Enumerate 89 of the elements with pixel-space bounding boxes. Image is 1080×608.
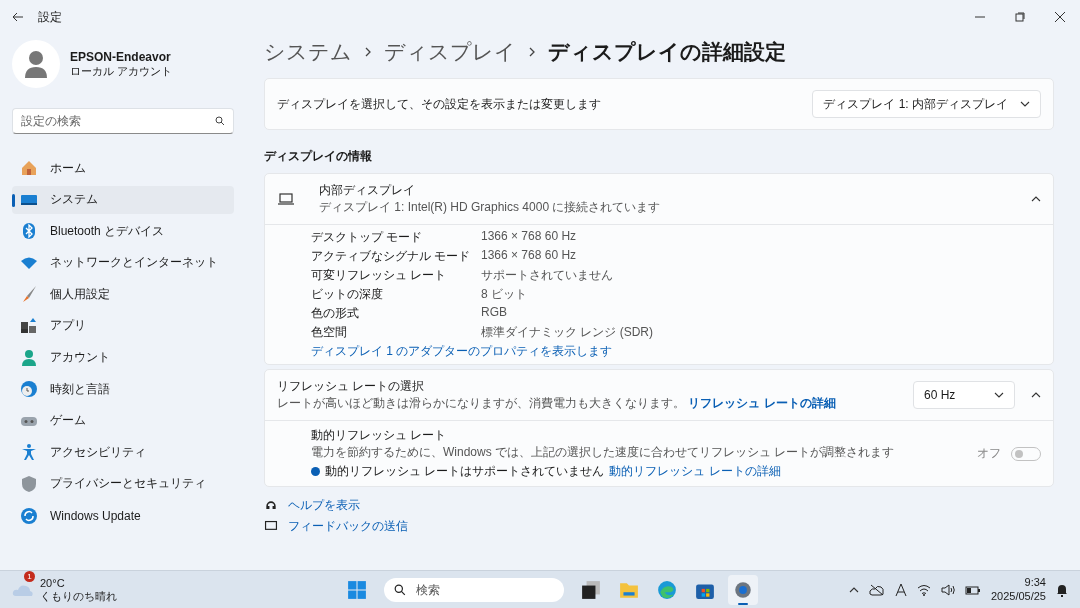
laptop-icon: [277, 192, 295, 206]
ime-icon[interactable]: [894, 583, 907, 597]
chevron-down-icon: [994, 390, 1004, 400]
windows-logo-icon: [347, 580, 367, 600]
back-arrow-icon[interactable]: [12, 11, 24, 23]
adapter-properties-link[interactable]: ディスプレイ 1 のアダプターのプロパティを表示します: [311, 343, 613, 360]
battery-icon[interactable]: [964, 585, 981, 595]
notification-badge: 1: [24, 570, 35, 582]
weather-condition: くもりのち晴れ: [40, 590, 117, 604]
sidebar-item[interactable]: ホーム: [12, 154, 234, 182]
sidebar-item[interactable]: アプリ: [12, 311, 234, 340]
help-link[interactable]: ヘルプを表示: [288, 497, 360, 514]
gear-icon: [733, 580, 753, 600]
clock-date[interactable]: 2025/05/25: [990, 590, 1046, 604]
avatar: [12, 40, 60, 88]
sidebar-item[interactable]: アクセシビリティ: [12, 438, 234, 467]
apps-icon: [20, 316, 38, 335]
sidebar-item[interactable]: 時刻と言語: [12, 375, 234, 404]
window-title: 設定: [38, 8, 62, 26]
breadcrumb-item[interactable]: ディスプレイ: [384, 38, 516, 66]
property-value: RGB: [481, 305, 508, 321]
note-text: 動的リフレッシュ レートはサポートされていません: [325, 463, 605, 480]
property-value: 標準ダイナミック レンジ (SDR): [481, 324, 654, 341]
search-icon: [394, 584, 406, 596]
help-link[interactable]: フィードバックの送信: [288, 518, 408, 535]
details-link[interactable]: リフレッシュ レートの詳細: [688, 396, 836, 410]
wifi-icon[interactable]: [916, 584, 931, 596]
account-type: ローカル アカウント: [70, 63, 173, 79]
breadcrumb-item: ディスプレイの詳細設定: [548, 39, 786, 65]
sidebar-item[interactable]: ネットワークとインターネット: [12, 248, 234, 277]
sidebar-item[interactable]: プライバシーとセキュリティ: [12, 469, 234, 498]
folder-icon: [619, 580, 639, 600]
house-icon: [20, 159, 38, 177]
search-icon: [215, 116, 225, 126]
account-name: EPSON-Endeavor: [70, 49, 172, 64]
property-label: デスクトップ モード: [311, 229, 424, 246]
card-subtitle: ディスプレイ 1: Intel(R) HD Graphics 4000 に接続されています: [319, 199, 662, 216]
speaker-icon[interactable]: [940, 584, 955, 596]
squares-icon: [581, 580, 601, 600]
sidebar-item[interactable]: ゲーム: [12, 406, 234, 435]
taskbar-search[interactable]: 検索: [384, 578, 564, 602]
bell-icon[interactable]: [1056, 583, 1068, 597]
shield-icon: [20, 474, 38, 493]
property-label: 色の形式: [311, 305, 360, 322]
sidebar-item[interactable]: アカウント: [12, 343, 234, 372]
property-value: 1366 × 768 60 Hz: [481, 248, 578, 264]
property-value: サポートされていません: [481, 267, 614, 284]
property-label: 色空間: [311, 324, 348, 341]
clock-icon: [20, 380, 38, 399]
sidebar-item[interactable]: Bluetooth とデバイス: [12, 217, 234, 246]
property-value: 8 ビット: [481, 286, 528, 303]
clock-time[interactable]: 9:34: [990, 576, 1046, 590]
cloud-icon: [12, 583, 34, 597]
chevron-up-icon: [1031, 390, 1041, 400]
toggle-label: オフ: [977, 445, 1001, 462]
close-icon[interactable]: [1055, 12, 1065, 22]
property-label: 可変リフレッシュ レート: [311, 267, 448, 284]
display-dropdown[interactable]: ディスプレイ 1: 内部ディスプレイ: [812, 90, 1041, 118]
cloud-off-icon[interactable]: [868, 584, 885, 596]
temperature: 20°C: [40, 576, 66, 590]
section-heading: ディスプレイの情報: [264, 148, 373, 165]
info-icon: [311, 467, 320, 476]
sidebar-item[interactable]: システム: [12, 185, 234, 214]
property-label: ビットの深度: [311, 286, 384, 303]
chevron-down-icon: [1020, 99, 1030, 109]
refresh-rate-dropdown[interactable]: 60 Hz: [913, 381, 1015, 409]
sync-icon: [20, 506, 38, 525]
chevron-up-icon: [1031, 194, 1041, 204]
chevron-right-icon: [364, 47, 372, 57]
setting-description: 電力を節約するために、Windows では、上記の選択した速度に合わせてリフレッシュ レートが調整されます: [311, 444, 896, 461]
accessibility-icon: [20, 443, 38, 462]
chevron-right-icon: [528, 47, 536, 57]
sidebar-item[interactable]: 個人用設定: [12, 280, 234, 309]
chevron-up-icon: [848, 585, 859, 595]
maximize-icon[interactable]: [1015, 12, 1025, 22]
bluetooth-icon: [20, 222, 38, 241]
setting-title: リフレッシュ レートの選択: [277, 378, 426, 395]
brush-icon: [20, 285, 38, 304]
breadcrumb-item[interactable]: システム: [264, 38, 352, 66]
property-value: 1366 × 768 60 Hz: [481, 229, 578, 245]
sidebar-item[interactable]: Windows Update: [12, 501, 234, 530]
search-field[interactable]: 設定の検索: [12, 108, 234, 134]
browser-icon: [657, 580, 677, 600]
setting-title: 動的リフレッシュ レート: [311, 427, 448, 444]
setting-label: ディスプレイを選択して、その設定を表示または変更します: [277, 95, 602, 113]
card-title: 内部ディスプレイ: [319, 182, 416, 199]
property-label: アクティブなシグナル モード: [311, 248, 472, 265]
person-icon: [20, 348, 38, 367]
setting-description: レートが高いほど動きは滑らかになりますが、消費電力も大きくなります。 リフレッシュ レートの詳細: [277, 395, 837, 412]
